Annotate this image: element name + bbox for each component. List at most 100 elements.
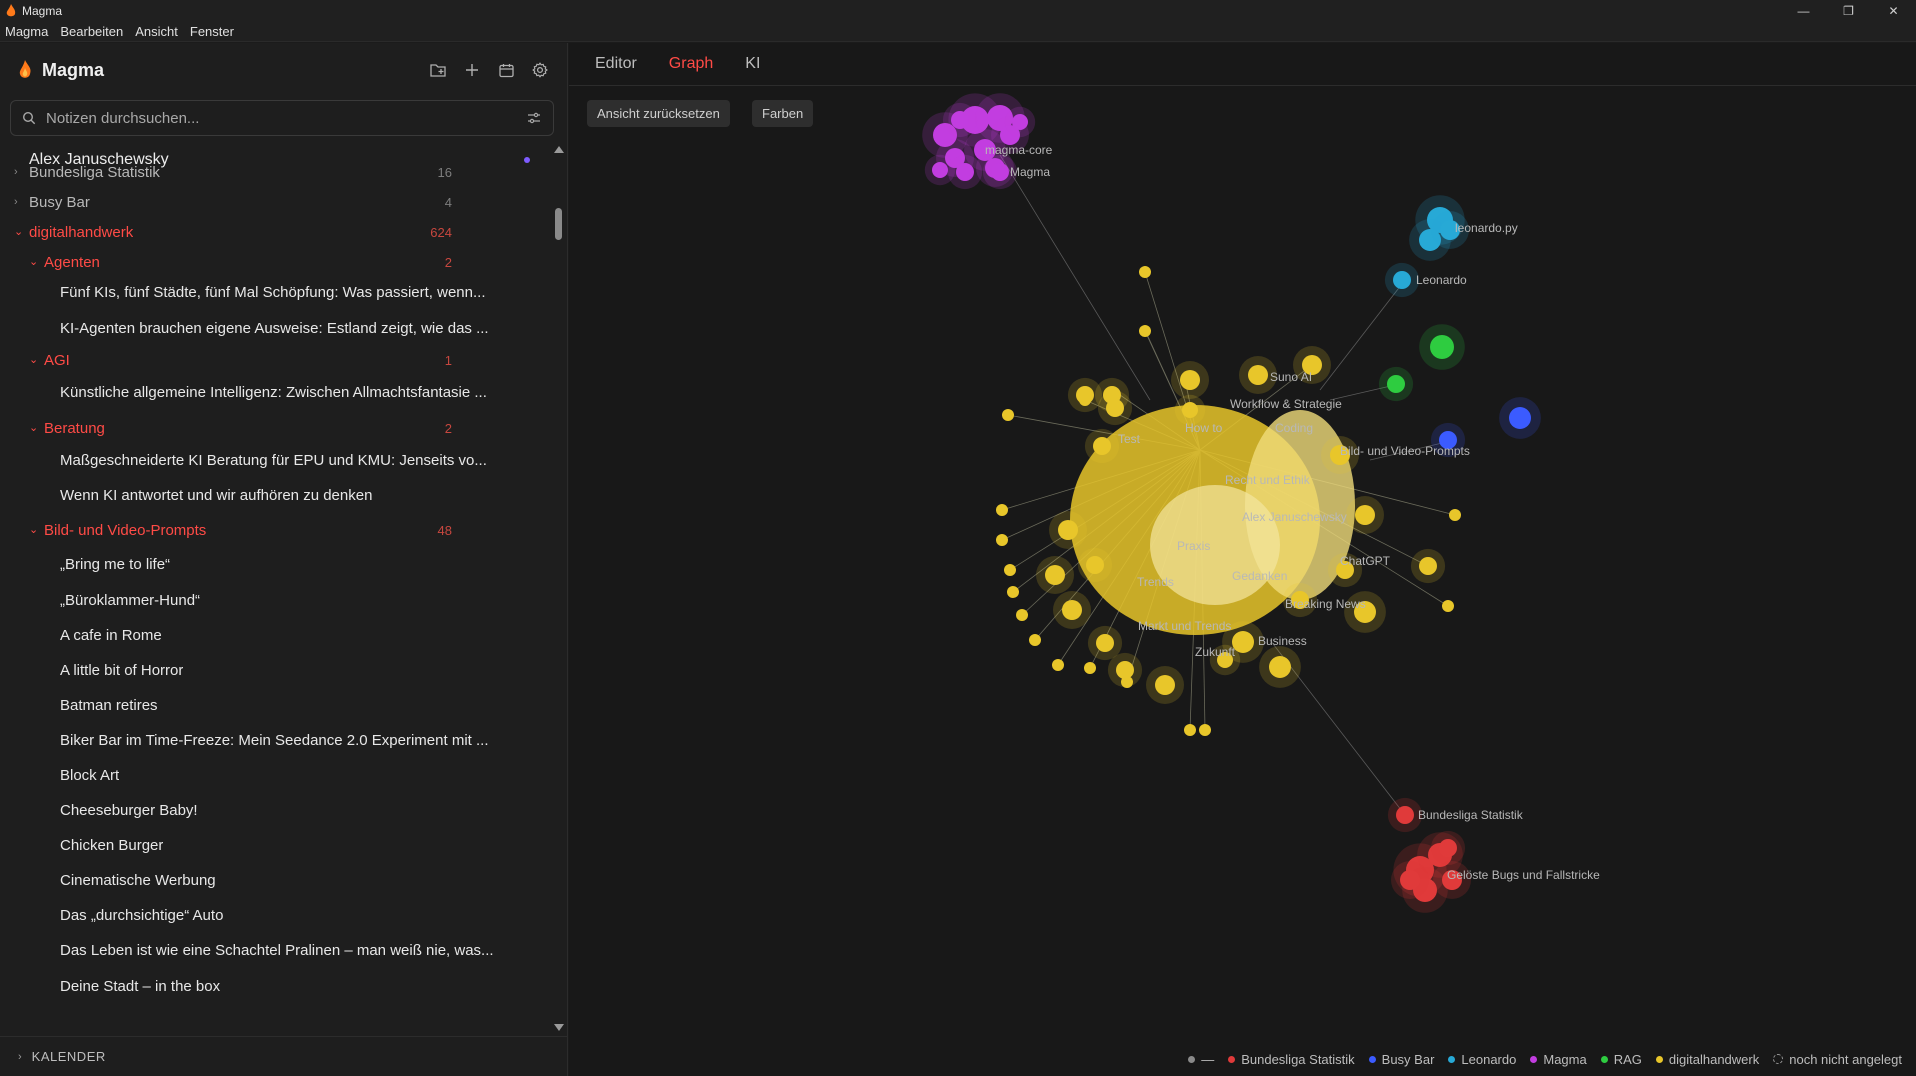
- tab-graph[interactable]: Graph: [669, 55, 715, 73]
- menu-fenster[interactable]: Fenster: [185, 24, 241, 39]
- graph-node[interactable]: [1442, 600, 1454, 612]
- graph-node[interactable]: [1155, 675, 1175, 695]
- menu-magma[interactable]: Magma: [0, 24, 55, 39]
- graph-node[interactable]: [1096, 634, 1114, 652]
- note-item[interactable]: „Büroklammer-Hund“: [0, 586, 550, 614]
- legend-item[interactable]: Busy Bar: [1368, 1052, 1434, 1067]
- note-item[interactable]: Das „durchsichtige“ Auto: [0, 901, 550, 929]
- note-item[interactable]: „Bring me to life“: [0, 550, 550, 578]
- graph-node[interactable]: [1016, 609, 1028, 621]
- graph-node[interactable]: [1062, 600, 1082, 620]
- graph-node[interactable]: [956, 163, 974, 181]
- graph-node[interactable]: [1396, 806, 1414, 824]
- note-item[interactable]: Cinematische Werbung: [0, 866, 550, 894]
- graph-node[interactable]: [1430, 335, 1454, 359]
- menu-bearbeiten[interactable]: Bearbeiten: [55, 24, 130, 39]
- close-icon[interactable]: ✕: [1871, 0, 1916, 21]
- graph-node[interactable]: [932, 162, 948, 178]
- graph-node[interactable]: [1449, 509, 1461, 521]
- graph-node[interactable]: [1093, 437, 1111, 455]
- reset-view-button[interactable]: Ansicht zurücksetzen: [587, 100, 730, 127]
- tree-scrollbar[interactable]: [553, 146, 564, 1031]
- legend-item[interactable]: Bundesliga Statistik: [1228, 1052, 1355, 1067]
- add-note-icon[interactable]: [462, 60, 482, 80]
- minimize-icon[interactable]: —: [1781, 0, 1826, 21]
- folder-item[interactable]: ⌄ Bild- und Video-Prompts 48: [0, 516, 550, 544]
- graph-node[interactable]: [1084, 662, 1096, 674]
- restore-icon[interactable]: ❐: [1826, 0, 1871, 21]
- graph-node[interactable]: [1509, 407, 1531, 429]
- graph-node[interactable]: [951, 111, 969, 129]
- new-folder-icon[interactable]: [428, 60, 448, 80]
- graph-node[interactable]: [991, 163, 1009, 181]
- graph-node[interactable]: [1248, 365, 1268, 385]
- filter-icon[interactable]: [527, 111, 541, 125]
- legend-item[interactable]: Leonardo: [1448, 1052, 1516, 1067]
- note-item[interactable]: Künstliche allgemeine Intelligenz: Zwisc…: [0, 378, 550, 406]
- graph-node[interactable]: [1180, 370, 1200, 390]
- graph-node[interactable]: [1076, 386, 1094, 404]
- folder-item[interactable]: › Bundesliga Statistik 16: [0, 158, 550, 186]
- legend-item[interactable]: digitalhandwerk: [1655, 1052, 1759, 1067]
- note-item[interactable]: Batman retires: [0, 691, 550, 719]
- graph-node[interactable]: [1052, 659, 1064, 671]
- tab-editor[interactable]: Editor: [595, 55, 639, 73]
- search-input[interactable]: [46, 109, 506, 127]
- graph-node[interactable]: [1086, 556, 1104, 574]
- note-item[interactable]: Fünf KIs, fünf Städte, fünf Mal Schöpfun…: [0, 278, 550, 306]
- graph-node[interactable]: [1184, 724, 1196, 736]
- menu-ansicht[interactable]: Ansicht: [130, 24, 185, 39]
- scroll-thumb[interactable]: [555, 208, 562, 240]
- note-item[interactable]: A little bit of Horror: [0, 656, 550, 684]
- note-item[interactable]: Maßgeschneiderte KI Beratung für EPU und…: [0, 446, 550, 474]
- note-item[interactable]: Wenn KI antwortet und wir aufhören zu de…: [0, 481, 550, 509]
- graph-node[interactable]: [1012, 114, 1028, 130]
- note-item[interactable]: KI-Agenten brauchen eigene Ausweise: Est…: [0, 314, 550, 342]
- calendar-section-toggle[interactable]: › KALENDER: [0, 1036, 568, 1076]
- scroll-up-icon[interactable]: [554, 146, 564, 153]
- calendar-icon[interactable]: [496, 60, 516, 80]
- note-item[interactable]: A cafe in Rome: [0, 621, 550, 649]
- graph-node[interactable]: [1400, 870, 1420, 890]
- graph-node[interactable]: [1269, 656, 1291, 678]
- graph-node[interactable]: [1004, 564, 1016, 576]
- graph-node[interactable]: [1355, 505, 1375, 525]
- graph-node[interactable]: [1116, 661, 1134, 679]
- graph-node[interactable]: [1139, 325, 1151, 337]
- legend-item[interactable]: Magma: [1530, 1052, 1587, 1067]
- tab-ki[interactable]: KI: [745, 55, 762, 73]
- legend-item-unassigned[interactable]: noch nicht angelegt: [1773, 1052, 1902, 1067]
- note-item[interactable]: Das Leben ist wie eine Schachtel Praline…: [0, 936, 550, 964]
- graph-node[interactable]: [1045, 565, 1065, 585]
- graph-node[interactable]: [1139, 266, 1151, 278]
- graph-node[interactable]: [1058, 520, 1078, 540]
- note-item[interactable]: Block Art: [0, 761, 550, 789]
- graph-node[interactable]: [1106, 399, 1124, 417]
- graph-node[interactable]: [1002, 409, 1014, 421]
- note-item[interactable]: Chicken Burger: [0, 831, 550, 859]
- graph-node[interactable]: [1439, 839, 1457, 857]
- legend-item[interactable]: —: [1188, 1052, 1214, 1067]
- legend-item[interactable]: RAG: [1600, 1052, 1642, 1067]
- folder-item[interactable]: › Busy Bar 4: [0, 188, 550, 216]
- colors-button[interactable]: Farben: [752, 100, 814, 127]
- graph-node[interactable]: [1199, 724, 1211, 736]
- folder-item[interactable]: ⌄ Beratung 2: [0, 414, 550, 442]
- folder-item[interactable]: ⌄ digitalhandwerk 624: [0, 218, 550, 246]
- graph-node[interactable]: [1387, 375, 1405, 393]
- settings-gear-icon[interactable]: [530, 60, 550, 80]
- note-item[interactable]: Biker Bar im Time-Freeze: Mein Seedance …: [0, 726, 550, 754]
- folder-item[interactable]: ⌄ AGI 1: [0, 346, 550, 374]
- graph-node[interactable]: [1393, 271, 1411, 289]
- graph-node[interactable]: [996, 504, 1008, 516]
- graph-node[interactable]: [996, 534, 1008, 546]
- graph-node[interactable]: [1029, 634, 1041, 646]
- graph-node[interactable]: [1007, 586, 1019, 598]
- folder-item[interactable]: ⌄ Agenten 2: [0, 248, 550, 276]
- graph-node[interactable]: [1419, 557, 1437, 575]
- graph-node[interactable]: [1182, 402, 1198, 418]
- note-item[interactable]: Deine Stadt – in the box: [0, 972, 550, 1000]
- note-item[interactable]: Cheeseburger Baby!: [0, 796, 550, 824]
- scroll-down-icon[interactable]: [554, 1024, 564, 1031]
- graph-canvas[interactable]: magma-core Magma leonardo.py Leonardo Suno A…: [569, 87, 1916, 1027]
